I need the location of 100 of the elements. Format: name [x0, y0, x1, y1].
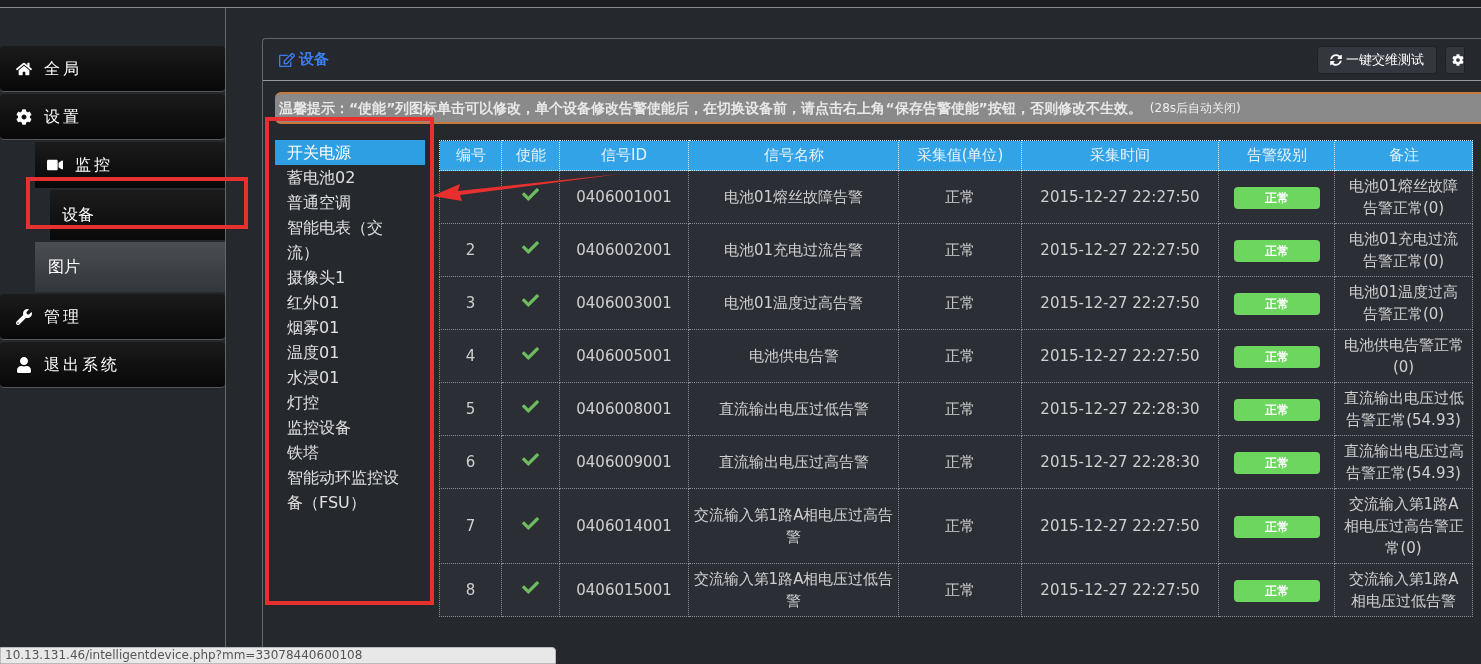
status-bar: 10.13.131.46/intelligentdevice.php?mm=33078440600108 — [0, 647, 556, 664]
table-cell: 电池供电告警正常(0) — [1334, 329, 1473, 383]
table-cell: 正常 — [898, 382, 1022, 436]
check-icon[interactable] — [522, 514, 539, 532]
table-cell: 正常 — [898, 435, 1022, 489]
device-item[interactable]: 红外01 — [275, 290, 425, 315]
table-cell: 交流输入第1路A相电压过高告警正常(0) — [1334, 488, 1473, 564]
table-cell: 电池01熔丝故障告警 — [688, 170, 899, 224]
alarm-level-tag: 正常 — [1233, 398, 1320, 421]
refresh-icon — [1330, 53, 1342, 66]
table-cell: 直流输出电压过低告警正常(54.93) — [1334, 382, 1473, 436]
sidebar-item[interactable]: 监控 — [35, 142, 225, 188]
device-item[interactable]: 摄像头1 — [275, 265, 425, 290]
device-item[interactable]: 铁塔 — [275, 440, 425, 465]
settings-icon — [16, 108, 32, 125]
home-icon — [16, 60, 32, 77]
device-item[interactable]: 普通空调 — [275, 190, 425, 215]
check-icon[interactable] — [522, 397, 539, 415]
table-cell: 电池01熔丝故障告警正常(0) — [1334, 170, 1473, 224]
sidebar-item[interactable]: 管理 — [0, 294, 225, 340]
column-header: 信号名称 — [688, 140, 899, 171]
alarm-level-tag: 正常 — [1233, 186, 1320, 209]
column-header: 采集时间 — [1021, 140, 1219, 171]
sidebar-item[interactable]: 设置 — [0, 94, 225, 140]
table-cell: 交流输入第1路A相电压过低告警 — [1334, 563, 1473, 617]
device-item[interactable]: 水浸01 — [275, 365, 425, 390]
table-cell: 3 — [439, 276, 502, 330]
table-cell: 2015-12-27 22:28:30 — [1021, 435, 1219, 489]
table-cell: 2 — [439, 223, 502, 277]
table-cell: 7 — [439, 488, 502, 564]
table-cell: 电池01充电过流告警正常(0) — [1334, 223, 1473, 277]
column-header: 采集值(单位) — [898, 140, 1022, 171]
user-icon — [16, 356, 32, 373]
table-cell: 直流输出电压过低告警 — [688, 382, 899, 436]
table-cell: 2015-12-27 22:27:50 — [1021, 563, 1219, 617]
device-item[interactable]: 智能电表（交流） — [275, 215, 425, 265]
table-cell: 0406015001 — [559, 563, 689, 617]
device-item[interactable]: 智能动环监控设备（FSU） — [275, 465, 425, 515]
table-cell: 8 — [439, 563, 502, 617]
table-cell: 0406014001 — [559, 488, 689, 564]
sidebar-item[interactable]: 全局 — [0, 46, 225, 92]
table-cell: 2015-12-27 22:27:50 — [1021, 329, 1219, 383]
check-icon[interactable] — [522, 450, 539, 468]
column-header: 编号 — [439, 140, 502, 171]
alarm-level-tag: 正常 — [1233, 579, 1320, 602]
table-cell: 2015-12-27 22:27:50 — [1021, 170, 1219, 224]
wrench-icon — [16, 308, 32, 325]
alarm-level-tag: 正常 — [1233, 515, 1320, 538]
device-item[interactable]: 监控设备 — [275, 415, 425, 440]
settings-icon — [1452, 53, 1464, 66]
video-camera-icon — [47, 157, 63, 173]
edit-icon — [279, 51, 295, 68]
table-cell: 交流输入第1路A相电压过高告警 — [688, 488, 899, 564]
table-cell: 0406002001 — [559, 223, 689, 277]
column-header: 备注 — [1334, 140, 1473, 171]
notice-text: 温馨提示：“使能”列图标单击可以修改，单个设备修改告警使能后，在切换设备前，请点击右上角“保存告警使能”按钮，否则修改不生效。 — [279, 98, 1142, 118]
check-icon[interactable] — [522, 185, 539, 203]
alarm-level-tag: 正常 — [1233, 239, 1320, 262]
table-cell: 正常 — [898, 488, 1022, 564]
check-icon[interactable] — [522, 578, 539, 596]
table-cell: 交流输入第1路A相电压过低告警 — [688, 563, 899, 617]
table-cell: 2015-12-27 22:27:50 — [1021, 223, 1219, 277]
table-cell: 正常 — [898, 563, 1022, 617]
table-cell: 0406003001 — [559, 276, 689, 330]
check-icon[interactable] — [522, 344, 539, 362]
table-cell: 0406008001 — [559, 382, 689, 436]
alarm-level-tag: 正常 — [1233, 345, 1320, 368]
alarm-level-tag: 正常 — [1233, 292, 1320, 315]
check-icon[interactable] — [522, 238, 539, 256]
table-cell: 5 — [439, 382, 502, 436]
table-cell: 正常 — [898, 170, 1022, 224]
device-item[interactable]: 蓄电池02 — [275, 165, 425, 190]
table-cell: 2015-12-27 22:27:50 — [1021, 488, 1219, 564]
device-item[interactable]: 灯控 — [275, 390, 425, 415]
settings-button[interactable] — [1445, 45, 1465, 74]
sidebar-item[interactable]: 退出系统 — [0, 342, 225, 388]
table-cell: 6 — [439, 435, 502, 489]
sidebar-item[interactable]: 设备 — [50, 190, 225, 240]
table-cell: 正常 — [898, 276, 1022, 330]
table-cell: 4 — [439, 329, 502, 383]
alarm-level-tag: 正常 — [1233, 451, 1320, 474]
table-cell: 2015-12-27 22:27:50 — [1021, 276, 1219, 330]
table-cell: 电池01充电过流告警 — [688, 223, 899, 277]
panel-title: 设备 — [299, 49, 329, 71]
table-cell: 电池01温度过高告警 — [688, 276, 899, 330]
table-cell: 正常 — [898, 223, 1022, 277]
sidebar-item[interactable]: 图片 — [35, 242, 225, 292]
table-cell: 电池供电告警 — [688, 329, 899, 383]
test-button[interactable]: 一键交维测试 — [1317, 45, 1437, 74]
device-item[interactable]: 温度01 — [275, 340, 425, 365]
table-cell: 正常 — [898, 329, 1022, 383]
countdown-text: (28s后自动关闭) — [1149, 100, 1241, 117]
device-item[interactable]: 烟雾01 — [275, 315, 425, 340]
check-icon[interactable] — [522, 291, 539, 309]
table-cell: 直流输出电压过高告警 — [688, 435, 899, 489]
column-header: 告警级别 — [1218, 140, 1335, 171]
table-cell: 电池01温度过高告警正常(0) — [1334, 276, 1473, 330]
column-header: 信号ID — [559, 140, 689, 171]
column-header: 使能 — [501, 140, 560, 171]
table-cell: 0406005001 — [559, 329, 689, 383]
